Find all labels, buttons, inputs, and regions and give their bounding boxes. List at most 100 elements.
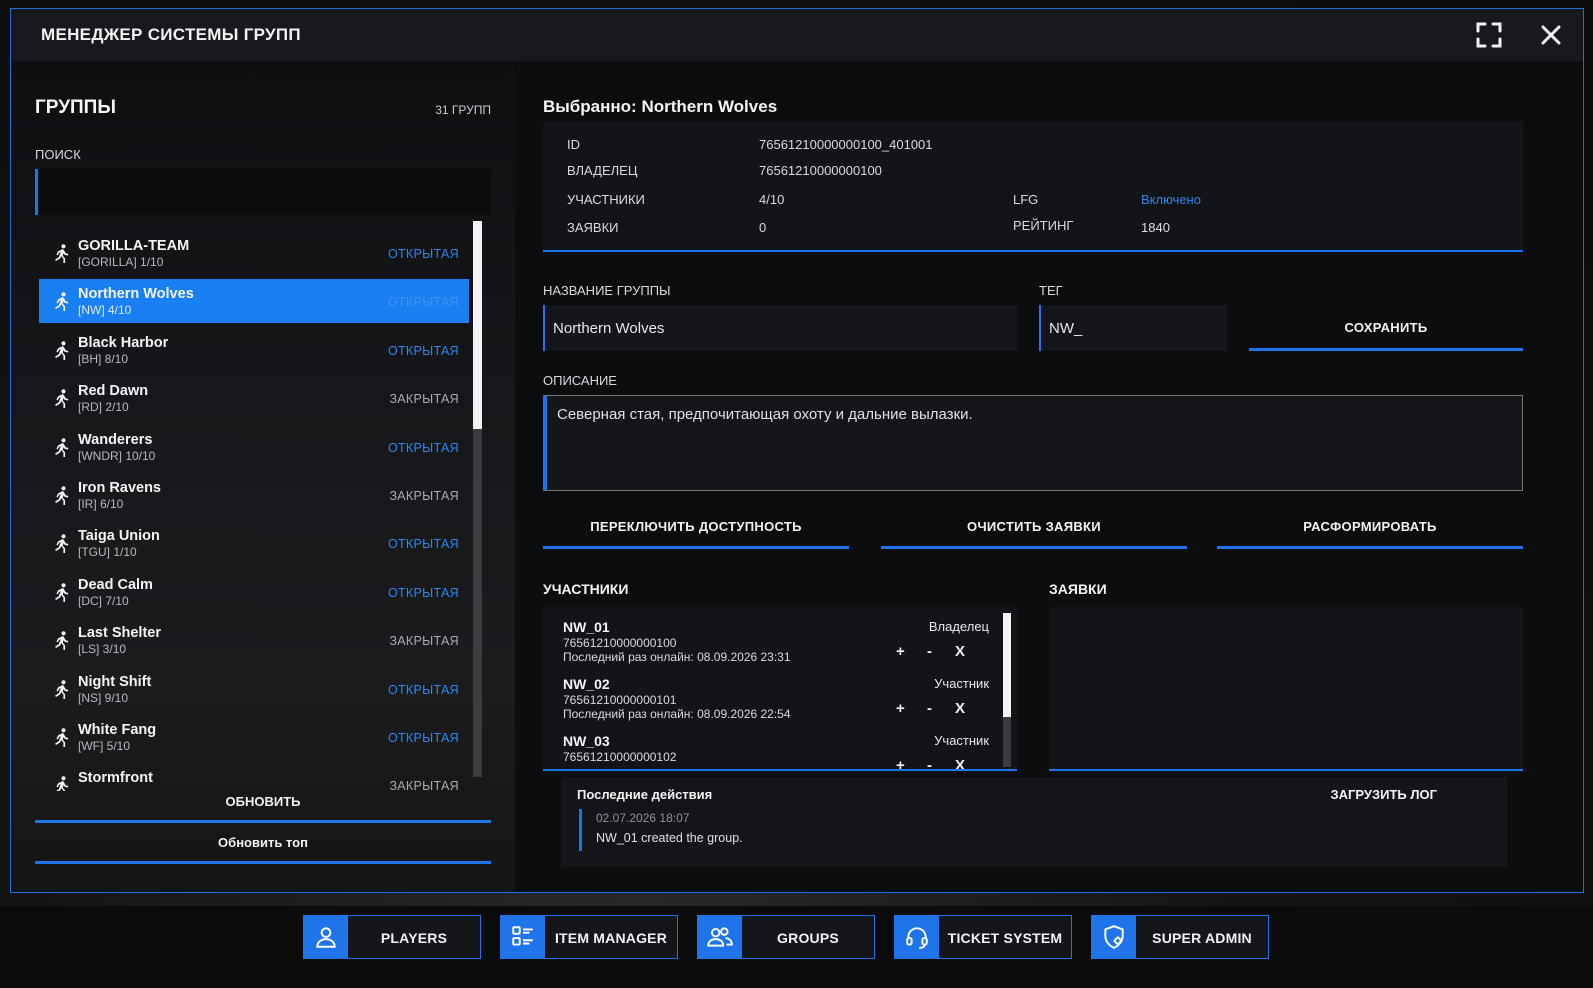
group-name: Northern Wolves	[78, 286, 194, 303]
group-status: ЗАКРЫТАЯ	[389, 488, 459, 503]
refresh-top-button[interactable]: Обновить топ	[35, 824, 491, 864]
groups-count: 31 ГРУПП	[435, 103, 491, 117]
group-item-northern-wolves[interactable]: Northern Wolves [NW] 4/10 ОТКРЫТАЯ	[39, 279, 469, 324]
log-entry: 02.07.2026 18:07 NW_01 created the group…	[579, 809, 743, 851]
search-input[interactable]	[35, 169, 491, 215]
runner-icon	[55, 341, 69, 360]
save-button[interactable]: СОХРАНИТЬ	[1249, 307, 1523, 351]
kick-button[interactable]: X	[955, 643, 965, 660]
runner-icon	[55, 631, 69, 651]
nav-super-admin-button[interactable]: SUPER ADMIN	[1091, 915, 1269, 959]
runner-icon	[55, 437, 69, 457]
group-status: ЗАКРЫТАЯ	[389, 392, 459, 407]
nav-players-button[interactable]: PLAYERS	[303, 915, 481, 959]
toggle-availability-button[interactable]: ПЕРЕКЛЮЧИТЬ ДОСТУПНОСТЬ	[543, 507, 849, 549]
members-scroll-thumb[interactable]	[1003, 613, 1011, 717]
group-name: Red Dawn	[78, 383, 149, 400]
nav-item-manager-button[interactable]: ITEM MANAGER	[500, 915, 678, 959]
description-label: ОПИСАНИЕ	[543, 373, 617, 388]
tag-label: ТЕГ	[1039, 283, 1063, 298]
promote-button[interactable]: +	[896, 643, 905, 660]
group-tag-count: [NW] 4/10	[78, 303, 132, 318]
nav-ticket-system-button[interactable]: TICKET SYSTEM	[894, 915, 1072, 959]
log-title: Последние действия	[577, 787, 713, 802]
window-title: МЕНЕДЖЕР СИСТЕМЫ ГРУПП	[41, 25, 301, 44]
tag-input[interactable]	[1039, 305, 1227, 351]
group-status: ОТКРЫТАЯ	[387, 730, 459, 745]
group-name: Wanderers	[78, 431, 153, 448]
close-button[interactable]	[1535, 19, 1567, 51]
group-status: ОТКРЫТАЯ	[387, 682, 459, 697]
rating-value: 1840	[1141, 220, 1170, 235]
group-item-gorilla-team[interactable]: GORILLA-TEAM [GORILLA] 1/10 ОТКРЫТАЯ	[39, 231, 469, 275]
clear-requests-button[interactable]: ОЧИСТИТЬ ЗАЯВКИ	[881, 507, 1187, 549]
description-input[interactable]: Северная стая, предпочитающая охоту и да…	[543, 395, 1523, 491]
close-icon	[1541, 25, 1561, 45]
nav-item-manager-label: ITEM MANAGER	[554, 930, 668, 946]
members-scrollbar[interactable]	[1003, 613, 1011, 767]
member-id: 76561210000000100	[563, 636, 677, 650]
group-tag-count: [IR] 6/10	[78, 496, 124, 511]
group-item-night-shift[interactable]: Night Shift [NS] 9/10 ОТКРЫТАЯ	[39, 667, 469, 711]
group-status: ОТКРЫТАЯ	[387, 247, 459, 261]
nav-groups-button[interactable]: GROUPS	[697, 915, 875, 959]
groups-heading: ГРУППЫ	[35, 97, 116, 118]
groups-panel: ГРУППЫ 31 ГРУПП ПОИСК GORILLA-TEAM [GORI…	[11, 61, 515, 892]
group-list-scrollbar[interactable]	[473, 221, 482, 777]
group-list-scroll-thumb[interactable]	[473, 221, 482, 429]
group-name: Iron Ravens	[78, 479, 161, 496]
disband-button[interactable]: РАСФОРМИРОВАТЬ	[1217, 507, 1523, 549]
owner-label: ВЛАДЕЛЕЦ	[567, 163, 638, 178]
group-status: ОТКРЫТАЯ	[387, 295, 459, 310]
group-item-iron-ravens[interactable]: Iron Ravens [IR] 6/10 ЗАКРЫТАЯ	[39, 473, 469, 517]
kick-button[interactable]: X	[955, 700, 965, 717]
rating-label: РЕЙТИНГ	[1013, 218, 1074, 233]
runner-icon	[55, 728, 69, 747]
id-label: ID	[567, 137, 580, 152]
id-value: 76561210000000100_401001	[759, 137, 933, 152]
demote-button[interactable]: -	[927, 757, 932, 769]
member-name: NW_02	[563, 676, 610, 692]
group-tag-count: [BH] 8/10	[78, 351, 129, 366]
group-name: Last Shelter	[78, 625, 161, 642]
lfg-label: LFG	[1013, 192, 1039, 207]
requests-label: ЗАЯВКИ	[567, 220, 619, 235]
members-list: NW_01 76561210000000100 Последний раз он…	[543, 607, 1017, 771]
demote-button[interactable]: -	[927, 700, 932, 717]
group-item-wanderers[interactable]: Wanderers [WNDR] 10/10 ОТКРЫТАЯ	[39, 425, 469, 469]
runner-icon	[55, 679, 69, 699]
group-status: ОТКРЫТАЯ	[387, 343, 459, 358]
search-label: ПОИСК	[35, 147, 81, 162]
member-last-online: Последний раз онлайн: 08.09.2026 23:31	[563, 650, 791, 664]
runner-icon	[55, 292, 69, 312]
group-name: Dead Calm	[78, 576, 153, 593]
group-item-last-shelter[interactable]: Last Shelter [LS] 3/10 ЗАКРЫТАЯ	[39, 618, 469, 662]
group-item-white-fang[interactable]: White Fang [WF] 5/10 ОТКРЫТАЯ	[39, 715, 469, 759]
group-name-input[interactable]	[543, 305, 1017, 351]
log-entry-text: NW_01 created the group.	[596, 831, 743, 845]
kick-button[interactable]: X	[955, 757, 965, 769]
group-name: Taiga Union	[78, 528, 160, 545]
member-row: NW_03 76561210000000102 Участник + - X	[563, 733, 993, 769]
demote-button[interactable]: -	[927, 643, 932, 660]
group-item-red-dawn[interactable]: Red Dawn [RD] 2/10 ЗАКРЫТАЯ	[39, 376, 469, 420]
promote-button[interactable]: +	[896, 757, 905, 769]
promote-button[interactable]: +	[896, 700, 905, 717]
load-log-button[interactable]: ЗАГРУЗИТЬ ЛОГ	[1331, 787, 1437, 802]
group-item-taiga-union[interactable]: Taiga Union [TGU] 1/10 ОТКРЫТАЯ	[39, 521, 469, 565]
nav-super-admin-label: SUPER ADMIN	[1152, 930, 1252, 946]
fullscreen-button[interactable]	[1473, 19, 1505, 51]
group-status: ОТКРЫТАЯ	[387, 585, 459, 600]
requests-list	[1049, 607, 1523, 771]
runner-icon	[55, 534, 69, 554]
group-status: ОТКРЫТАЯ	[387, 537, 459, 552]
group-item-black-harbor[interactable]: Black Harbor [BH] 8/10 ОТКРЫТАЯ	[39, 328, 469, 372]
member-id: 76561210000000101	[563, 693, 677, 707]
refresh-button[interactable]: ОБНОВИТЬ	[35, 783, 491, 823]
group-list: GORILLA-TEAM [GORILLA] 1/10 ОТКРЫТАЯ Nor…	[39, 231, 469, 791]
users-icon	[698, 916, 742, 958]
selected-group-title: Выбранно: Northern Wolves	[543, 97, 778, 116]
group-item-dead-calm[interactable]: Dead Calm [DC] 7/10 ОТКРЫТАЯ	[39, 570, 469, 614]
fullscreen-icon	[1476, 22, 1502, 48]
member-row: NW_01 76561210000000100 Последний раз он…	[563, 619, 993, 676]
